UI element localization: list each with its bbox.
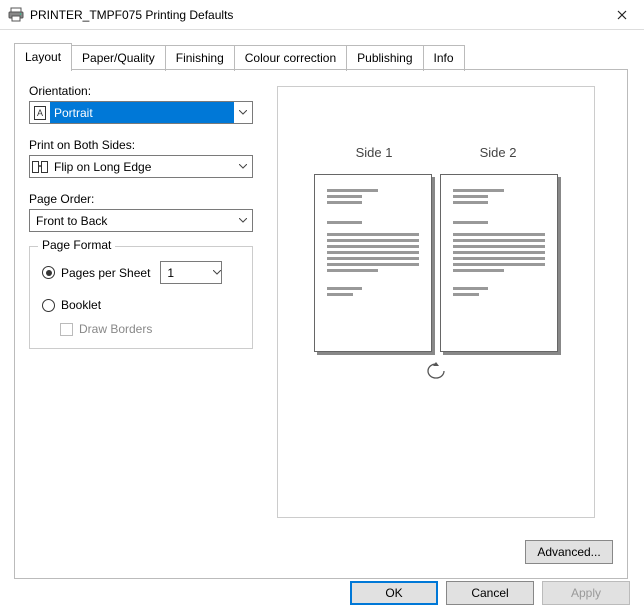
window-title: PRINTER_TMPF075 Printing Defaults [24,8,600,22]
flip-long-edge-icon [30,161,50,173]
chevron-down-icon [234,210,252,231]
tab-bar: Layout Paper/Quality Finishing Colour co… [14,42,630,70]
preview-side2-label: Side 2 [480,145,517,160]
tab-publishing[interactable]: Publishing [346,45,423,71]
booklet-radio[interactable] [42,299,55,312]
chevron-down-icon [213,270,221,275]
both-sides-combo[interactable]: Flip on Long Edge [29,155,253,178]
orientation-label: Orientation: [29,84,253,98]
draw-borders-checkbox [60,323,73,336]
tab-layout[interactable]: Layout [14,43,72,71]
page-order-value: Front to Back [30,210,234,231]
tab-colour-correction[interactable]: Colour correction [234,45,347,71]
ok-button[interactable]: OK [350,581,438,605]
page-format-group: Page Format Pages per Sheet 1 Booklet [29,246,253,349]
apply-button: Apply [542,581,630,605]
advanced-button[interactable]: Advanced... [525,540,613,564]
preview-page-2 [440,174,558,352]
close-button[interactable] [600,0,644,30]
printer-icon [8,7,24,23]
both-sides-label: Print on Both Sides: [29,138,253,152]
orientation-value: Portrait [50,102,234,123]
tab-panel-layout: Orientation: A Portrait Print on Both Si… [14,69,628,579]
preview-page-1 [314,174,432,352]
page-order-combo[interactable]: Front to Back [29,209,253,232]
svg-text:A: A [37,108,43,118]
flip-indicator-icon [421,362,451,380]
pages-per-sheet-combo[interactable]: 1 [160,261,222,284]
pages-per-sheet-label[interactable]: Pages per Sheet [61,266,150,280]
preview-pane: Side 1 Side 2 [277,86,595,518]
chevron-down-icon [234,102,252,123]
page-order-label: Page Order: [29,192,253,206]
orientation-combo[interactable]: A Portrait [29,101,253,124]
pages-per-sheet-radio[interactable] [42,266,55,279]
page-format-legend: Page Format [38,238,115,252]
pages-per-sheet-value: 1 [161,266,213,280]
both-sides-value: Flip on Long Edge [50,156,234,177]
cancel-button[interactable]: Cancel [446,581,534,605]
booklet-label[interactable]: Booklet [61,298,101,312]
tab-info[interactable]: Info [423,45,465,71]
tab-finishing[interactable]: Finishing [165,45,235,71]
tab-paper-quality[interactable]: Paper/Quality [71,45,166,71]
draw-borders-label: Draw Borders [79,322,152,336]
chevron-down-icon [234,156,252,177]
titlebar: PRINTER_TMPF075 Printing Defaults [0,0,644,30]
portrait-page-icon: A [30,106,50,120]
preview-side1-label: Side 1 [356,145,393,160]
